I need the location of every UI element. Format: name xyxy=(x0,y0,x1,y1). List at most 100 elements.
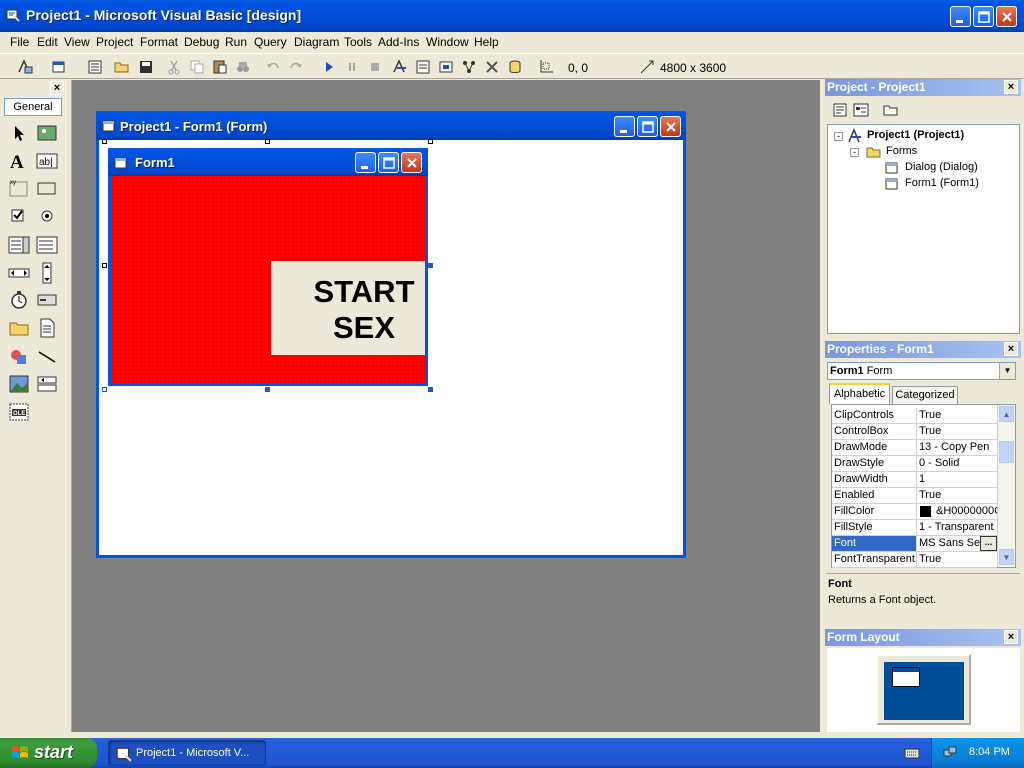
combobox-tool-icon[interactable] xyxy=(8,234,30,256)
find-icon[interactable] xyxy=(234,58,252,76)
prop-row[interactable]: ControlBox True xyxy=(832,424,997,440)
form1-minimize-button[interactable] xyxy=(355,152,376,173)
scroll-up-button[interactable]: ▲ xyxy=(999,406,1014,422)
prop-row-selected[interactable]: Font MS Sans Ser... xyxy=(832,536,997,552)
form-layout-icon[interactable] xyxy=(437,58,455,76)
toolbox-general-tab[interactable]: General xyxy=(4,98,62,116)
designer-close-button[interactable] xyxy=(660,116,681,137)
vscrollbar-tool-icon[interactable] xyxy=(36,262,58,284)
menu-debug[interactable]: Debug xyxy=(184,35,219,49)
object-browser-icon[interactable] xyxy=(460,58,478,76)
menu-query[interactable]: Query xyxy=(254,35,287,49)
tree-expand-root[interactable]: - xyxy=(834,132,843,141)
selection-handle[interactable] xyxy=(265,139,270,144)
keyboard-icon[interactable] xyxy=(904,746,920,760)
paste-icon[interactable] xyxy=(211,58,229,76)
optionbutton-tool-icon[interactable] xyxy=(36,205,58,227)
toolbox-icon[interactable] xyxy=(483,58,501,76)
ellipsis-button[interactable]: ... xyxy=(980,536,997,551)
prop-row[interactable]: FontTransparent True xyxy=(832,552,997,568)
menu-run[interactable]: Run xyxy=(225,35,247,49)
selection-handle[interactable] xyxy=(102,387,107,392)
prop-row[interactable]: ClipControls True xyxy=(832,408,997,424)
properties-window-icon[interactable] xyxy=(414,58,432,76)
prop-row[interactable]: DrawWidth 1 xyxy=(832,472,997,488)
cut-icon[interactable] xyxy=(165,58,183,76)
menu-format[interactable]: Format xyxy=(140,35,178,49)
menu-file[interactable]: File xyxy=(10,35,29,49)
tab-categorized[interactable]: Categorized xyxy=(892,386,958,404)
menu-window[interactable]: Window xyxy=(426,35,469,49)
tree-project-root[interactable]: Project1 (Project1) xyxy=(867,129,964,141)
toolbox-close-button[interactable]: × xyxy=(50,81,64,95)
filelistbox-tool-icon[interactable] xyxy=(36,317,58,339)
chevron-down-icon[interactable]: ▼ xyxy=(999,363,1015,379)
prop-row[interactable]: Enabled True xyxy=(832,488,997,504)
open-folder-icon[interactable] xyxy=(113,58,131,76)
add-project-icon[interactable] xyxy=(16,58,34,76)
scroll-down-button[interactable]: ▼ xyxy=(999,549,1014,565)
save-icon[interactable] xyxy=(137,58,155,76)
tree-item-form1[interactable]: Form1 (Form1) xyxy=(905,177,979,189)
image-tool-icon[interactable] xyxy=(8,373,30,395)
vb-app-icon[interactable] xyxy=(6,8,20,22)
ole-tool-icon[interactable]: OLE xyxy=(8,401,30,423)
start-button[interactable]: start xyxy=(0,738,97,768)
scroll-thumb[interactable] xyxy=(999,441,1014,463)
toggle-folders-icon[interactable] xyxy=(882,101,900,119)
prop-row[interactable]: FillStyle 1 - Transparent xyxy=(832,520,997,536)
view-object-icon[interactable] xyxy=(852,101,870,119)
listbox-tool-icon[interactable] xyxy=(36,234,58,256)
menu-edit[interactable]: Edit xyxy=(37,35,58,49)
tree-item-dialog[interactable]: Dialog (Dialog) xyxy=(905,161,978,173)
network-icon[interactable] xyxy=(942,745,958,761)
data-tool-icon[interactable] xyxy=(36,373,58,395)
properties-close-button[interactable]: × xyxy=(1004,342,1018,356)
menu-editor-icon[interactable] xyxy=(86,58,104,76)
properties-scrollbar[interactable]: ▲ ▼ xyxy=(997,405,1015,567)
layout-close-button[interactable]: × xyxy=(1004,630,1018,644)
shape-tool-icon[interactable] xyxy=(8,346,30,368)
redo-icon[interactable] xyxy=(287,58,305,76)
stop-icon[interactable] xyxy=(366,58,384,76)
selection-handle[interactable] xyxy=(102,263,107,268)
start-label[interactable]: START SEX xyxy=(271,261,425,355)
object-selector[interactable]: Form1 Form ▼ xyxy=(827,362,1016,380)
menu-view[interactable]: View xyxy=(64,35,90,49)
add-form-icon[interactable] xyxy=(50,58,68,76)
minimize-button[interactable] xyxy=(950,6,971,27)
menu-project[interactable]: Project xyxy=(96,35,133,49)
taskbar-button-vb[interactable]: Project1 - Microsoft V... xyxy=(108,740,266,766)
form1-design-surface[interactable]: Form1 START SEX xyxy=(108,148,428,386)
form1-maximize-button[interactable] xyxy=(378,152,399,173)
tab-alphabetic[interactable]: Alphabetic xyxy=(829,383,890,404)
pointer-tool-icon[interactable] xyxy=(8,122,30,144)
designer-minimize-button[interactable] xyxy=(614,116,635,137)
close-button[interactable] xyxy=(996,6,1017,27)
menu-diagram[interactable]: Diagram xyxy=(294,35,339,49)
start-run-icon[interactable] xyxy=(320,58,338,76)
frame-tool-icon[interactable]: xy xyxy=(8,177,30,199)
form1-close-button[interactable] xyxy=(401,152,422,173)
selection-handle[interactable] xyxy=(428,139,433,144)
line-tool-icon[interactable] xyxy=(36,346,58,368)
maximize-button[interactable] xyxy=(973,6,994,27)
tree-expand-forms[interactable]: - xyxy=(850,148,859,157)
selection-handle[interactable] xyxy=(428,263,433,268)
project-explorer-icon[interactable] xyxy=(391,58,409,76)
copy-icon[interactable] xyxy=(188,58,206,76)
data-view-icon[interactable] xyxy=(506,58,524,76)
designer-maximize-button[interactable] xyxy=(637,116,658,137)
commandbutton-tool-icon[interactable] xyxy=(36,177,58,199)
undo-icon[interactable] xyxy=(264,58,282,76)
drivelistbox-tool-icon[interactable] xyxy=(36,289,58,311)
clock[interactable]: 8:04 PM xyxy=(969,746,1010,758)
menu-addins[interactable]: Add-Ins xyxy=(378,35,419,49)
form-position-preview[interactable] xyxy=(892,667,920,687)
project-close-button[interactable]: × xyxy=(1004,80,1018,94)
view-code-icon[interactable] xyxy=(831,101,849,119)
tree-forms-folder[interactable]: Forms xyxy=(886,145,917,157)
prop-row[interactable]: FillColor &H0000000C xyxy=(832,504,1000,520)
label-tool-icon[interactable]: A xyxy=(8,150,30,172)
selection-handle[interactable] xyxy=(102,139,107,144)
